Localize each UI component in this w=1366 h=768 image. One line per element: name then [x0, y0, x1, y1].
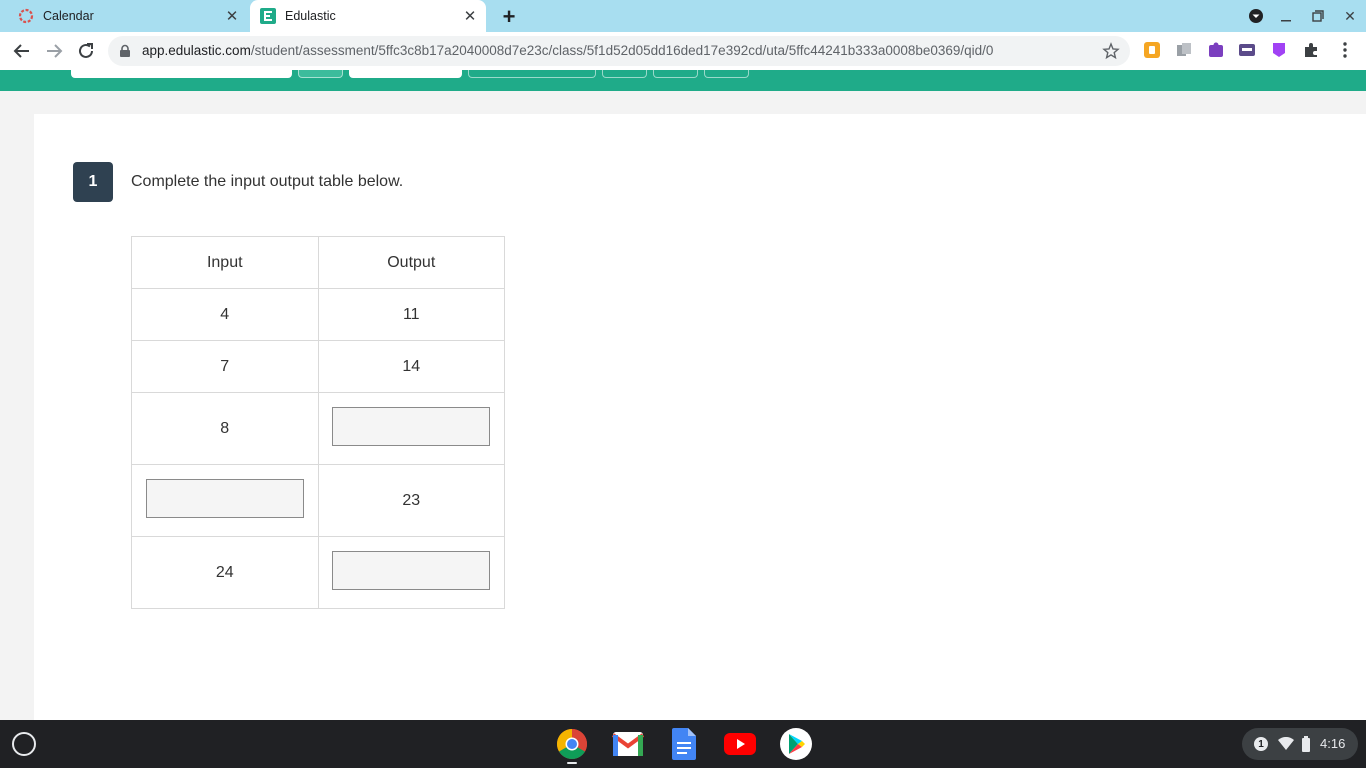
extension-pdf-icon[interactable]	[1238, 41, 1256, 59]
new-tab-icon[interactable]: +	[498, 4, 520, 29]
header-control[interactable]	[704, 70, 749, 78]
header-control[interactable]	[602, 70, 647, 78]
table-row: 24	[131, 536, 505, 609]
calendar-favicon-icon	[18, 8, 34, 24]
input-cell: 24	[131, 536, 319, 609]
close-tab-icon[interactable]: ✕	[460, 6, 480, 26]
extension-gray-icon[interactable]	[1175, 41, 1193, 59]
url-text: app.edulastic.com/student/assessment/5ff…	[142, 43, 993, 58]
system-tray[interactable]: 1 4:16	[1242, 728, 1358, 760]
output-answer-cell	[317, 392, 505, 465]
output-cell: 11	[317, 288, 505, 341]
back-arrow-icon[interactable]	[10, 39, 34, 63]
youtube-icon[interactable]	[723, 728, 757, 760]
os-taskbar: 1 4:16	[0, 720, 1366, 768]
table-row: 4 11	[131, 288, 505, 341]
close-window-icon[interactable]: ✕	[1340, 6, 1360, 26]
assessment-header	[0, 70, 1366, 91]
url-path: /student/assessment/5ffc3c8b17a2040008d7…	[250, 43, 994, 58]
gmail-icon[interactable]	[611, 728, 645, 760]
table-header-input: Input	[131, 236, 319, 289]
header-control[interactable]	[71, 70, 292, 78]
input-output-table: Input Output 4 11 7 14 8 23 24	[131, 236, 505, 609]
input-cell: 7	[131, 340, 319, 393]
restore-icon[interactable]	[1308, 6, 1328, 26]
wifi-icon	[1278, 737, 1294, 750]
table-row: 8	[131, 392, 505, 465]
reload-icon[interactable]	[74, 39, 98, 63]
input-answer-cell	[131, 464, 319, 537]
extensions-puzzle-icon[interactable]	[1302, 41, 1320, 59]
header-control[interactable]	[298, 70, 343, 78]
lock-icon	[120, 44, 130, 57]
chrome-icon[interactable]	[555, 728, 589, 760]
tab-search-icon[interactable]	[1246, 6, 1266, 26]
address-bar[interactable]: app.edulastic.com/student/assessment/5ff…	[108, 36, 1130, 66]
tab-calendar[interactable]: Calendar ✕	[8, 0, 248, 32]
battery-icon	[1302, 736, 1310, 752]
launcher-icon[interactable]	[12, 732, 36, 756]
header-control[interactable]	[653, 70, 698, 78]
extension-purple-puzzle-icon[interactable]	[1207, 41, 1225, 59]
forward-arrow-icon[interactable]	[42, 39, 66, 63]
output-answer-cell	[317, 536, 505, 609]
extension-purple-icon[interactable]	[1270, 41, 1288, 59]
tab-strip: Calendar ✕ Edulastic ✕ + ✕	[0, 0, 1366, 32]
bookmark-star-icon[interactable]	[1102, 42, 1120, 60]
url-host: app.edulastic.com	[142, 43, 251, 58]
play-store-icon[interactable]	[779, 728, 813, 760]
edulastic-favicon-icon	[260, 8, 276, 24]
input-cell: 8	[131, 392, 319, 465]
header-control[interactable]	[349, 70, 462, 78]
tab-title: Calendar	[43, 9, 94, 23]
tab-title: Edulastic	[285, 9, 336, 23]
tab-edulastic[interactable]: Edulastic ✕	[250, 0, 486, 32]
header-control[interactable]	[468, 70, 596, 78]
answer-input-box[interactable]	[145, 478, 304, 518]
table-header-output: Output	[317, 236, 505, 289]
table-row: 7 14	[131, 340, 505, 393]
active-app-indicator	[567, 762, 577, 764]
clock-time: 4:16	[1320, 736, 1346, 751]
browser-menu-icon[interactable]	[1336, 41, 1354, 59]
output-cell: 14	[317, 340, 505, 393]
docs-icon[interactable]	[667, 728, 701, 760]
minimize-icon[interactable]	[1276, 6, 1296, 26]
answer-input-box[interactable]	[332, 550, 491, 590]
notification-count-badge: 1	[1254, 737, 1268, 751]
extension-orange-icon[interactable]	[1143, 41, 1161, 59]
browser-toolbar: app.edulastic.com/student/assessment/5ff…	[0, 32, 1366, 70]
answer-input-box[interactable]	[332, 406, 491, 446]
close-tab-icon[interactable]: ✕	[222, 6, 242, 26]
question-prompt: Complete the input output table below.	[131, 173, 404, 190]
table-header-row: Input Output	[131, 236, 505, 289]
output-cell: 23	[317, 464, 505, 537]
table-row: 23	[131, 464, 505, 537]
input-cell: 4	[131, 288, 319, 341]
question-number-badge: 1	[73, 162, 113, 202]
